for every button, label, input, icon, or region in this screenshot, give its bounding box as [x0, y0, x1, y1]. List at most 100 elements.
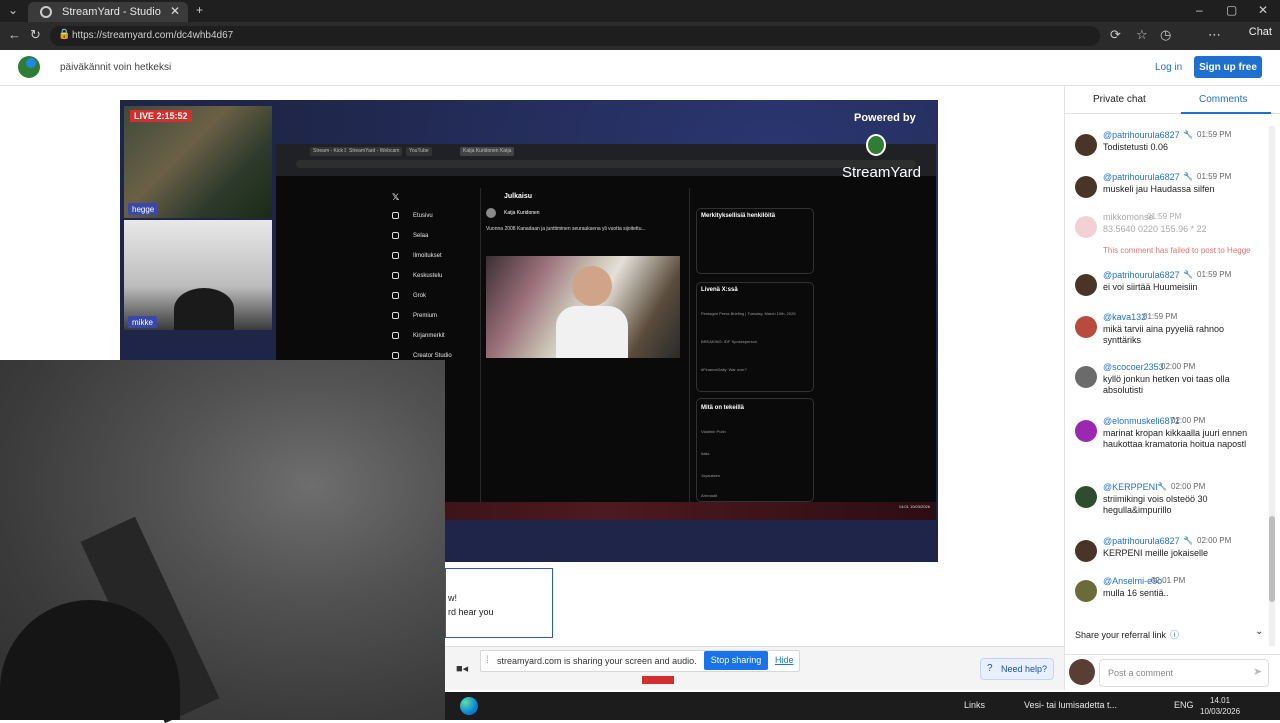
partial-dialog: w! rd hear you: [445, 568, 553, 638]
maximize-icon[interactable]: ▢: [1226, 3, 1237, 17]
comment-composer: Post a comment ➤: [1065, 654, 1280, 690]
chat-message: @elonmuskeli6871 02:00 PM marinat kropan…: [1071, 416, 1267, 466]
close-tab-icon[interactable]: ✕: [170, 4, 180, 18]
tab-title: StreamYard - Studio: [62, 6, 161, 18]
message-error: This comment has failed to post to Hegge: [1103, 246, 1251, 255]
need-help-button[interactable]: ? Need help?: [980, 658, 1054, 680]
tab-list-icon[interactable]: ⌄: [8, 3, 18, 17]
streamyard-favicon-icon: [40, 6, 52, 18]
stop-sharing-button[interactable]: Stop sharing: [704, 651, 768, 670]
post-header: Julkaisu: [504, 193, 533, 200]
favorites-icon[interactable]: ☆: [1136, 27, 1148, 43]
chat-scroll-thumb[interactable]: [1269, 516, 1275, 602]
photo-jacket: [556, 306, 628, 358]
shared-url-bar: [296, 160, 916, 168]
comment-input[interactable]: Post a comment: [1099, 659, 1269, 687]
message-author[interactable]: @kava132: [1103, 312, 1146, 322]
login-link[interactable]: Log in: [1155, 62, 1182, 73]
lock-icon: 🔒: [58, 29, 71, 40]
leave-studio-button[interactable]: [642, 676, 674, 684]
x-nav-item: Ilmoitukset: [392, 252, 442, 259]
edge-browser-icon[interactable]: [460, 697, 478, 715]
weather-widget[interactable]: Vesi- tai lumisadetta t...: [1024, 700, 1117, 710]
language-indicator[interactable]: ENG: [1174, 700, 1194, 710]
history-icon[interactable]: ◷: [1160, 27, 1171, 43]
message-time: 01:59 PM: [1197, 130, 1232, 139]
x-nav-item: Etusivu: [392, 212, 433, 219]
chat-message-failed: mikkomonse 01:59 PM 83.5640 0220 155.96 …: [1071, 212, 1267, 264]
chat-message: @kava132 01:59 PM mikä tarvii aina pyyel…: [1071, 312, 1267, 352]
avatar: [1075, 486, 1097, 508]
info-icon: ⓘ: [1170, 630, 1180, 640]
post-image: [486, 256, 680, 358]
new-tab-icon[interactable]: +: [196, 3, 203, 17]
send-icon[interactable]: ➤: [1253, 665, 1262, 678]
message-text: KERPENI meille jokaiselle: [1103, 548, 1209, 558]
x-nav-item: Creator Studio: [392, 352, 452, 359]
url-text: https://streamyard.com/dc4whb4d67: [72, 30, 234, 41]
copilot-chat-button[interactable]: Chat: [1249, 26, 1272, 38]
avatar: [1075, 316, 1097, 338]
message-author: mikkomonse: [1103, 212, 1154, 222]
avatar: [1075, 420, 1097, 442]
message-text: mulla 16 sentiä..: [1103, 588, 1169, 598]
x-nav-item: Grok: [392, 292, 426, 299]
system-clock[interactable]: 14.01 10/03/2026: [1200, 695, 1240, 717]
live-badge: LIVE 2:15:52: [130, 110, 192, 122]
message-author[interactable]: @patrihourula6827: [1103, 130, 1180, 140]
chat-message: @patrihourula6827 🔧 01:59 PM muskeli jau…: [1071, 172, 1267, 212]
referral-link-toggle[interactable]: Share your referral link ⓘ: [1075, 628, 1179, 641]
powered-by-label: Powered by: [854, 112, 916, 124]
help-icon: ?: [987, 663, 993, 674]
streamyard-header: päiväkännit voin hetkeksi Log in Sign up…: [0, 50, 1280, 86]
message-author[interactable]: @patrihourula6827: [1103, 172, 1180, 182]
message-time: 01:59 PM: [1197, 270, 1232, 279]
extensions-icon[interactable]: ⟳: [1110, 27, 1121, 43]
drag-handle-icon[interactable]: ⁞: [486, 655, 489, 666]
tab-comments[interactable]: Comments: [1199, 94, 1247, 105]
x-nav-item: Selaa: [392, 232, 428, 239]
chat-message: @KERPPENI 🔧 02:00 PM striimikingi vois o…: [1071, 482, 1267, 522]
camera-icon[interactable]: ■◂: [456, 662, 468, 675]
menu-icon[interactable]: ⋯: [1208, 27, 1221, 43]
message-author[interactable]: @elonmuskeli6871: [1103, 416, 1180, 426]
chevron-down-icon[interactable]: ⌄: [1255, 626, 1263, 637]
message-text: kyllö jonkun hetken voi taas olla absolu…: [1103, 374, 1230, 395]
browser-tab[interactable]: StreamYard - Studio ✕: [28, 2, 188, 22]
post-author: Katja Kuridonen: [504, 210, 540, 216]
message-time: 02:00 PM: [1171, 482, 1206, 491]
message-author[interactable]: @KERPPENI: [1103, 482, 1158, 492]
tab-private-chat[interactable]: Private chat: [1093, 94, 1146, 105]
avatar: [1075, 366, 1097, 388]
wrench-icon: 🔧: [1183, 270, 1193, 279]
webcam-overlay: [0, 360, 445, 723]
message-author[interactable]: @patrihourula6827: [1103, 270, 1180, 280]
message-time: 02:00 PM: [1161, 362, 1196, 371]
chat-message: @patrihourula6827 🔧 02:00 PM KERPENI mei…: [1071, 536, 1267, 576]
name-tag-mikke: mikke: [128, 316, 157, 328]
reload-icon[interactable]: ↻: [30, 27, 41, 43]
x-logo-icon: 𝕏: [392, 192, 400, 202]
message-text: muskeli jau Haudassa silfen: [1103, 184, 1215, 194]
camera-feed-mikke: [124, 220, 272, 330]
wrench-icon: 🔧: [1183, 130, 1193, 139]
avatar: [1075, 274, 1097, 296]
message-author[interactable]: @scocoer2353: [1103, 362, 1164, 372]
message-time: 01:59 PM: [1147, 212, 1182, 221]
hide-link[interactable]: Hide: [775, 655, 794, 665]
message-time: 01:59 PM: [1197, 172, 1232, 181]
signup-button[interactable]: Sign up free: [1194, 56, 1262, 78]
avatar: [1075, 134, 1097, 156]
links-toolbar[interactable]: Links: [964, 700, 985, 710]
url-field[interactable]: 🔒 https://streamyard.com/dc4whb4d67: [50, 26, 1100, 46]
windows-taskbar: [445, 692, 1280, 720]
browser-tab-bar: ⌄ StreamYard - Studio ✕ + – ▢ ✕: [0, 0, 1280, 22]
message-author[interactable]: @patrihourula6827: [1103, 536, 1180, 546]
message-text: mikä tarvii aina pyyeliä rahnoo synttäri…: [1103, 324, 1225, 345]
author-avatar: [486, 208, 496, 218]
close-window-icon[interactable]: ✕: [1258, 3, 1268, 17]
back-icon[interactable]: ←: [8, 27, 21, 42]
minimize-icon[interactable]: –: [1196, 3, 1203, 17]
active-tab-indicator: [1181, 112, 1271, 114]
name-tag-hegge: hegge: [128, 203, 159, 215]
